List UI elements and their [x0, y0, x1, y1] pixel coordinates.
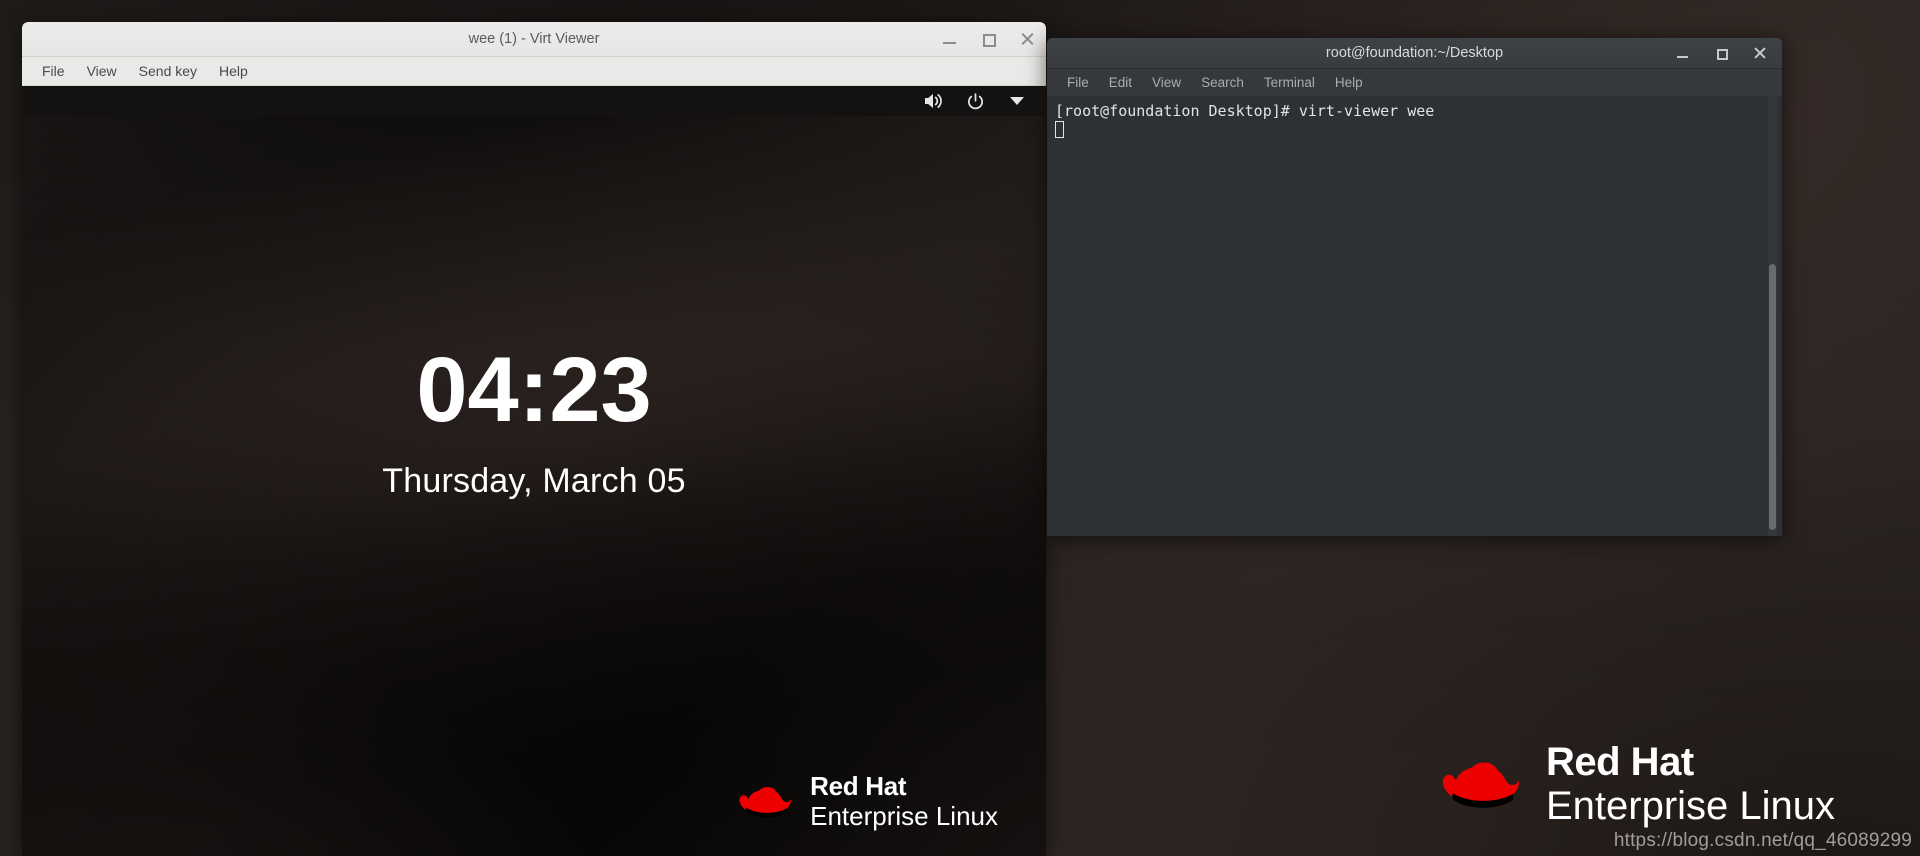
desktop-root: Red Hat Enterprise Linux wee (1) - Virt … — [0, 0, 1920, 856]
terminal-menubar: File Edit View Search Terminal Help — [1047, 69, 1782, 96]
terminal-output-area[interactable]: [root@foundation Desktop]# virt-viewer w… — [1047, 96, 1782, 536]
menu-item-help[interactable]: Help — [208, 60, 259, 82]
terminal-prompt-line — [1055, 121, 1782, 140]
guest-overlay-toolbar — [22, 86, 1046, 116]
virt-viewer-window-controls — [941, 31, 1036, 48]
terminal-menu-item-view[interactable]: View — [1142, 72, 1191, 93]
menu-item-send-key[interactable]: Send key — [128, 60, 208, 82]
virt-viewer-titlebar[interactable]: wee (1) - Virt Viewer — [22, 22, 1046, 57]
terminal-menu-item-help[interactable]: Help — [1325, 72, 1373, 93]
virt-viewer-title: wee (1) - Virt Viewer — [468, 31, 600, 47]
terminal-minimize-button[interactable] — [1675, 46, 1690, 61]
terminal-title: root@foundation:~/Desktop — [1325, 45, 1504, 61]
clock-time: 04:23 — [416, 339, 652, 441]
speaker-icon[interactable] — [922, 90, 944, 112]
terminal-window-controls — [1675, 46, 1768, 61]
desktop-redhat-logo: Red Hat Enterprise Linux — [1436, 742, 1835, 826]
desktop-logo-brand-bottom: Enterprise Linux — [1546, 784, 1836, 828]
terminal-menu-item-terminal[interactable]: Terminal — [1254, 72, 1325, 93]
guest-logo-brand-top: Red Hat — [810, 771, 907, 802]
terminal-scrollbar[interactable] — [1768, 96, 1777, 536]
close-button[interactable] — [1019, 31, 1036, 48]
terminal-cursor — [1055, 121, 1064, 138]
virt-viewer-window[interactable]: wee (1) - Virt Viewer File View Send key… — [22, 22, 1046, 856]
terminal-window[interactable]: root@foundation:~/Desktop File Edit View… — [1047, 38, 1782, 536]
terminal-close-button[interactable] — [1753, 46, 1768, 61]
watermark-text: https://blog.csdn.net/qq_46089299 — [1613, 830, 1912, 851]
chevron-down-icon[interactable] — [1006, 90, 1028, 112]
terminal-line: [root@foundation Desktop]# virt-viewer w… — [1055, 102, 1435, 120]
red-hat-fedora-icon — [739, 787, 792, 818]
desktop-logo-brand-top: Red Hat — [1546, 740, 1694, 784]
power-icon[interactable] — [964, 90, 986, 112]
red-hat-fedora-icon — [1442, 762, 1519, 808]
menu-item-view[interactable]: View — [76, 60, 128, 82]
menu-item-file[interactable]: File — [31, 60, 76, 82]
guest-display[interactable]: 04:23 Thursday, March 05 Red Hat Enterpr… — [22, 86, 1046, 856]
terminal-menu-item-edit[interactable]: Edit — [1099, 72, 1142, 93]
terminal-titlebar[interactable]: root@foundation:~/Desktop — [1047, 38, 1782, 69]
guest-clock: 04:23 Thursday, March 05 — [22, 344, 1046, 501]
guest-redhat-logo: Red Hat Enterprise Linux — [735, 773, 998, 830]
terminal-menu-item-search[interactable]: Search — [1191, 72, 1254, 93]
clock-date: Thursday, March 05 — [382, 462, 686, 500]
terminal-menu-item-file[interactable]: File — [1057, 72, 1099, 93]
terminal-maximize-button[interactable] — [1714, 46, 1729, 61]
guest-logo-brand-bottom: Enterprise Linux — [810, 800, 998, 831]
virt-viewer-menubar: File View Send key Help — [22, 57, 1046, 86]
maximize-button[interactable] — [980, 31, 997, 48]
terminal-scrollbar-thumb[interactable] — [1769, 264, 1776, 530]
minimize-button[interactable] — [941, 31, 958, 48]
